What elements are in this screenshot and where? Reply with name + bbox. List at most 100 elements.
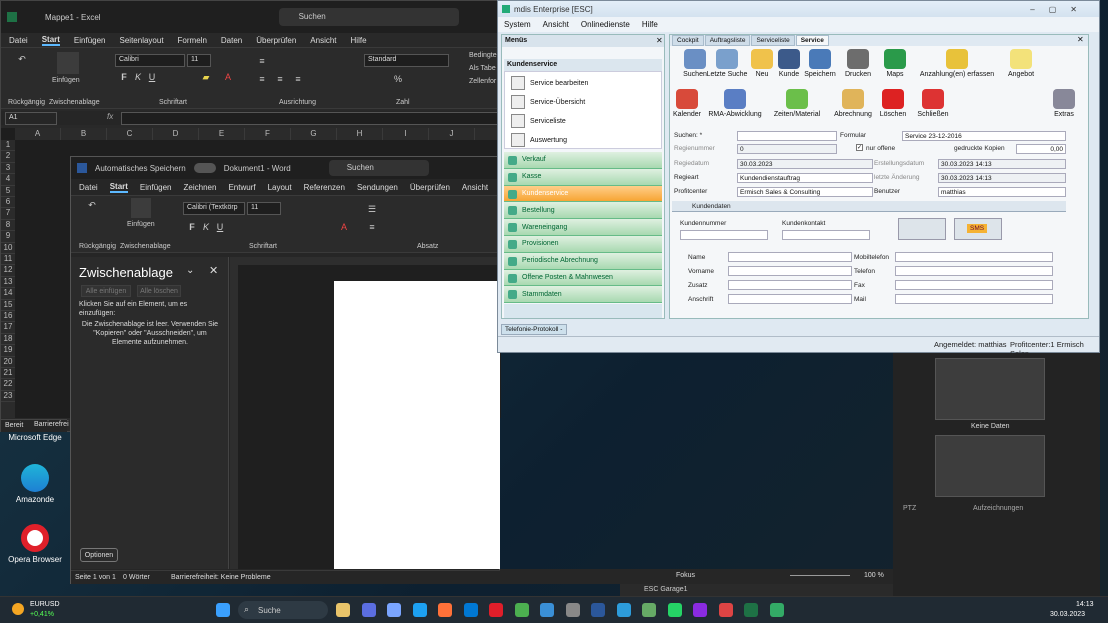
align-left-icon[interactable]: ≡ — [257, 74, 267, 84]
tool2-1[interactable]: RMA-Abwicklung — [704, 89, 766, 118]
font-size-select[interactable]: 11 — [247, 202, 281, 215]
nav-item[interactable]: Periodische Abrechnung — [504, 252, 662, 270]
word-tab[interactable]: Start — [109, 182, 128, 193]
excel-tab[interactable]: Start — [41, 35, 60, 46]
desktop-icon-amazon[interactable]: Amazonde — [5, 464, 65, 504]
align-center-icon[interactable]: ≡ — [275, 74, 285, 84]
font-color-icon[interactable]: A — [339, 222, 349, 232]
taskbar-app-icon[interactable] — [361, 603, 376, 617]
undo-icon[interactable]: ↶ — [87, 200, 97, 210]
excel-tab[interactable]: Überprüfen — [256, 36, 296, 45]
sms-button[interactable]: SMS — [954, 218, 1002, 240]
font-name-select[interactable]: Calibri — [115, 54, 185, 67]
function-icon[interactable]: fx — [107, 112, 113, 121]
tool2-5[interactable]: Schließen — [910, 89, 956, 118]
tool-3[interactable]: Kunde — [774, 49, 804, 78]
word-count[interactable]: 0 Wörter — [123, 574, 150, 581]
excel-search[interactable]: Suchen — [278, 8, 459, 26]
taskbar-app-icon[interactable] — [387, 603, 401, 617]
italic-icon[interactable]: K — [201, 222, 211, 232]
row-header[interactable]: 2 — [1, 151, 15, 163]
number-format-select[interactable]: Standard — [364, 54, 449, 67]
field-input-vorname[interactable] — [728, 266, 852, 276]
row-header[interactable]: 19 — [1, 345, 15, 357]
conditional-format-button[interactable]: Bedingte — [469, 52, 497, 59]
underline-icon[interactable]: U — [215, 222, 225, 232]
word-tab[interactable]: Entwurf — [228, 183, 255, 192]
excel-tab[interactable]: Datei — [9, 36, 28, 45]
tree-item[interactable]: Serviceliste — [511, 113, 566, 129]
percent-icon[interactable]: % — [393, 74, 403, 84]
column-header[interactable]: A — [15, 128, 61, 140]
column-header[interactable]: C — [107, 128, 153, 140]
column-header[interactable]: G — [291, 128, 337, 140]
row-header[interactable]: 3 — [1, 163, 15, 175]
zoom-slider[interactable] — [790, 575, 850, 576]
profitcenter-select[interactable]: Ermisch Sales & Consulting — [737, 187, 873, 197]
nav-item[interactable]: Kundenservice — [504, 185, 662, 203]
tool-1[interactable]: Letzte Suche — [704, 49, 750, 78]
tab-auftragsliste[interactable]: Auftragsliste — [704, 35, 751, 46]
regieart-select[interactable]: Kundendienstauftrag — [737, 173, 873, 183]
field-input-name[interactable] — [728, 252, 852, 262]
taskbar-search[interactable]: ⌕ Suche — [238, 601, 328, 619]
excel-tab[interactable]: Hilfe — [351, 36, 367, 45]
ticker-name[interactable]: EURUSD — [30, 601, 60, 608]
font-size-select[interactable]: 11 — [187, 54, 211, 67]
tool2-3[interactable]: Abrechnung — [830, 89, 876, 118]
column-header[interactable]: E — [199, 128, 245, 140]
benutzer-select[interactable]: matthias — [938, 187, 1066, 197]
desktop-icon-opera[interactable]: Opera Browser — [5, 524, 65, 564]
clock-date[interactable]: 30.03.2023 — [1050, 611, 1085, 618]
nav-item[interactable]: Wareneingang — [504, 219, 662, 236]
page-count[interactable]: Seite 1 von 1 — [75, 574, 116, 581]
menu-item[interactable]: System — [504, 20, 531, 29]
word-tab[interactable]: Layout — [268, 183, 292, 192]
word-tab[interactable]: Überprüfen — [410, 183, 450, 192]
italic-icon[interactable]: K — [133, 72, 143, 82]
row-header[interactable]: 21 — [1, 368, 15, 380]
window-controls[interactable]: –▢✕ — [1030, 5, 1091, 14]
excel-tab[interactable]: Daten — [221, 36, 242, 45]
column-header[interactable]: D — [153, 128, 199, 140]
kopien-field[interactable]: 0,00 — [1016, 144, 1066, 154]
taskbar-app-icon[interactable] — [744, 603, 758, 617]
taskbar-app-icon[interactable] — [718, 603, 733, 617]
nav-item[interactable]: Kasse — [504, 168, 662, 186]
tool-7[interactable]: Anzahlung(en) erfassen — [918, 49, 996, 78]
menu-item[interactable]: Onlinedienste — [581, 20, 630, 29]
row-header[interactable]: 17 — [1, 322, 15, 334]
formula-input[interactable] — [121, 112, 499, 125]
start-icon[interactable] — [216, 603, 230, 617]
word-search[interactable]: Suchen — [328, 160, 429, 176]
word-tab[interactable]: Sendungen — [357, 183, 398, 192]
column-header[interactable]: J — [429, 128, 475, 140]
row-header[interactable]: 4 — [1, 174, 15, 186]
taskbar-app-icon[interactable] — [412, 603, 427, 617]
tree-item[interactable]: Auswertung — [511, 132, 567, 148]
row-header[interactable]: 9 — [1, 231, 15, 243]
tool2-6[interactable]: Extras — [1044, 89, 1084, 118]
formular-select[interactable]: Service 23-12-2016 — [902, 131, 1066, 141]
row-header[interactable]: 16 — [1, 311, 15, 323]
close-icon[interactable]: ✕ — [1077, 35, 1084, 44]
tool-5[interactable]: Drucken — [838, 49, 878, 78]
chevron-down-icon[interactable]: ⌄ — [186, 265, 194, 276]
document-page[interactable] — [334, 281, 500, 569]
clock-time[interactable]: 14:13 — [1076, 601, 1094, 608]
nav-item[interactable]: Offene Posten & Mahnwesen — [504, 269, 662, 287]
tab-serviceliste[interactable]: Serviceliste — [751, 35, 795, 46]
word-tab[interactable]: Ansicht — [462, 183, 488, 192]
bold-icon[interactable]: F — [187, 222, 197, 232]
menu-item[interactable]: Ansicht — [543, 20, 569, 29]
paste-all-button[interactable]: Alle einfügen — [81, 285, 131, 297]
row-header[interactable]: 23 — [1, 391, 15, 403]
field-input-mail[interactable] — [895, 294, 1053, 304]
taskbar-app-icon[interactable] — [463, 603, 478, 617]
row-header[interactable]: 5 — [1, 186, 15, 197]
email-button[interactable] — [898, 218, 946, 240]
nav-item[interactable]: Stammdaten — [504, 286, 662, 304]
field-input-fax[interactable] — [895, 280, 1053, 290]
row-header[interactable]: 10 — [1, 243, 15, 254]
taskbar-app-icon[interactable] — [667, 603, 682, 617]
